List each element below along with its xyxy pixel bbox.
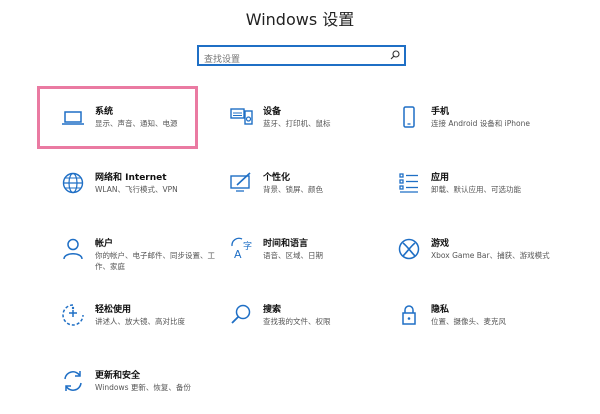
tile-desc: 背景、锁屏、颜色: [263, 185, 323, 194]
tile-privacy[interactable]: 隐私 位置、摄像头、麦克风: [396, 302, 566, 348]
tile-accounts[interactable]: 帐户 你的帐户、电子邮件、同步设置、工作、家庭: [60, 236, 230, 282]
tile-name: 设备: [263, 107, 282, 117]
lock-icon: [396, 302, 422, 328]
search-icon: [228, 302, 254, 328]
tile-name: 帐户: [95, 239, 114, 249]
tile-gaming[interactable]: 游戏 Xbox Game Bar、捕获、游戏模式: [396, 236, 566, 282]
search-box[interactable]: [197, 45, 406, 69]
tile-desc: 查找我的文件、权限: [263, 317, 331, 326]
tile-desc: 讲述人、放大镜、高对比度: [95, 317, 185, 326]
tile-devices[interactable]: 设备 蓝牙、打印机、鼠标: [228, 104, 398, 150]
tile-network[interactable]: 网络和 Internet WLAN、飞行模式、VPN: [60, 170, 230, 216]
phone-icon: [396, 104, 422, 130]
apps-list-icon: [396, 170, 422, 196]
ease-of-access-icon: [60, 302, 86, 328]
tile-name: 个性化: [263, 173, 291, 183]
tile-desc: 位置、摄像头、麦克风: [431, 317, 506, 326]
tile-desc: 卸载、默认应用、可选功能: [431, 185, 521, 194]
pen-monitor-icon: [228, 170, 254, 196]
person-icon: [60, 236, 86, 262]
globe-icon: [60, 170, 86, 196]
keyboard-speaker-icon: [228, 104, 254, 130]
tile-desc: 显示、声音、通知、电源: [95, 119, 178, 128]
tile-name: 时间和语言: [263, 239, 309, 249]
tile-desc: Windows 更新、恢复、备份: [95, 383, 191, 392]
tile-name: 更新和安全: [95, 371, 141, 381]
tile-desc: WLAN、飞行模式、VPN: [95, 185, 178, 194]
xbox-icon: [396, 236, 422, 262]
tile-name: 手机: [431, 107, 450, 117]
tile-ease-of-access[interactable]: 轻松使用 讲述人、放大镜、高对比度: [60, 302, 230, 348]
time-language-icon: A字: [228, 236, 254, 262]
tile-name: 游戏: [431, 239, 450, 249]
tile-desc: 你的帐户、电子邮件、同步设置、工作、家庭: [95, 251, 215, 271]
tile-system[interactable]: 系统 显示、声音、通知、电源: [60, 104, 230, 150]
tile-desc: 语音、区域、日期: [263, 251, 323, 260]
tile-personalization[interactable]: 个性化 背景、锁屏、颜色: [228, 170, 398, 216]
laptop-icon: [60, 104, 86, 130]
tile-desc: 蓝牙、打印机、鼠标: [263, 119, 331, 128]
sync-icon: [60, 368, 86, 394]
tile-name: 隐私: [431, 305, 450, 315]
page-title: Windows 设置: [245, 10, 355, 29]
search-icon: [390, 50, 400, 60]
tile-desc: 连接 Android 设备和 iPhone: [431, 119, 530, 128]
tile-name: 网络和 Internet: [95, 173, 167, 183]
search-input[interactable]: [199, 51, 384, 69]
tile-name: 搜索: [263, 305, 282, 315]
svg-text:字: 字: [243, 240, 252, 252]
tile-update-security[interactable]: 更新和安全 Windows 更新、恢复、备份: [60, 368, 230, 414]
tile-search[interactable]: 搜索 查找我的文件、权限: [228, 302, 398, 348]
svg-text:A: A: [234, 248, 242, 261]
tile-name: 应用: [431, 173, 450, 183]
tile-name: 系统: [95, 107, 114, 117]
tile-apps[interactable]: 应用 卸载、默认应用、可选功能: [396, 170, 566, 216]
tile-time-language[interactable]: A字 时间和语言 语音、区域、日期: [228, 236, 398, 282]
tile-desc: Xbox Game Bar、捕获、游戏模式: [431, 251, 550, 260]
tile-name: 轻松使用: [95, 305, 132, 315]
tile-phone[interactable]: 手机 连接 Android 设备和 iPhone: [396, 104, 566, 150]
